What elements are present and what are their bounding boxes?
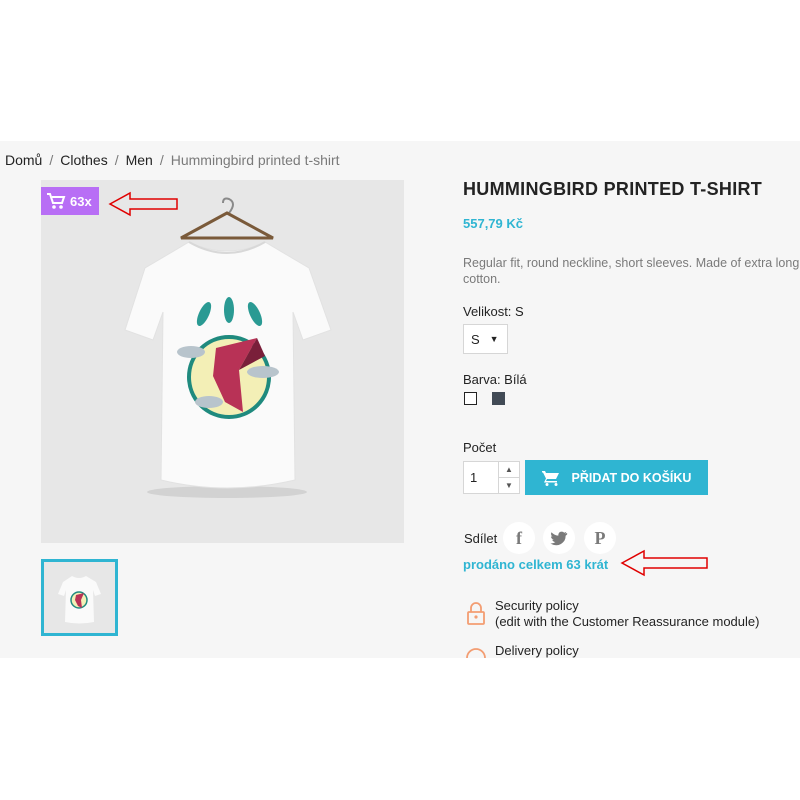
description-line: cotton. [463,272,501,286]
size-select[interactable]: S ▼ [463,324,508,354]
size-label: Velikost: S [463,304,524,319]
product-price: 557,79 Kč [463,216,523,231]
share-label: Sdílet [464,531,498,546]
cart-icon [47,193,66,209]
quantity-decrease-button[interactable]: ▼ [498,477,520,494]
sold-count-badge: 63x [41,187,99,215]
product-description: Regular fit, round neckline, short sleev… [463,255,800,287]
share-pinterest-button[interactable]: P [584,522,616,554]
chevron-down-icon: ▼ [505,481,513,490]
cart-icon [541,470,559,486]
breadcrumb-separator: / [49,152,54,168]
product-title: HUMMINGBIRD PRINTED T-SHIRT [463,179,763,199]
tshirt-image [124,197,332,498]
annotation-arrow [620,549,708,577]
reassurance-security-title: Security policy [495,598,579,613]
color-swatch-dark[interactable] [492,392,505,405]
reassurance-delivery-title: Delivery policy [495,643,579,658]
sold-count-text: 63x [70,193,92,209]
breadcrumb-current: Hummingbird printed t-shirt [170,152,340,168]
product-page: Domů / Clothes / Men / Hummingbird print… [0,141,800,658]
sold-total-text: prodáno celkem 63 krát [463,557,609,572]
tshirt-thumbnail-image [58,576,101,624]
breadcrumb-home[interactable]: Domů [5,152,42,168]
annotation-arrow [108,191,178,217]
caret-down-icon: ▼ [489,334,499,344]
share-twitter-button[interactable] [543,522,575,554]
color-swatch-white[interactable] [464,392,477,405]
twitter-icon [550,531,568,545]
facebook-icon: f [516,527,522,548]
quantity-increase-button[interactable]: ▲ [498,461,520,478]
color-label: Barva: Bílá [463,372,527,387]
share-facebook-button[interactable]: f [503,522,535,554]
breadcrumb-separator: / [114,152,119,168]
breadcrumb-clothes[interactable]: Clothes [60,152,107,168]
security-icon [467,602,485,625]
product-cover-image[interactable] [41,180,404,543]
breadcrumb-separator: / [159,152,164,168]
breadcrumb-men[interactable]: Men [126,152,153,168]
quantity-input[interactable]: 1 [463,461,498,494]
chevron-up-icon: ▲ [505,465,513,474]
reassurance-security-subtitle: (edit with the Customer Reassurance modu… [495,614,760,629]
size-selected-value: S [471,331,480,347]
quantity-label: Počet [463,440,497,455]
add-to-cart-label: PŘIDAT DO KOŠÍKU [571,470,692,485]
pinterest-icon: P [594,527,606,548]
description-line: Regular fit, round neckline, short sleev… [463,256,800,270]
product-thumbnail[interactable] [41,559,118,636]
delivery-icon [466,648,486,658]
add-to-cart-button[interactable]: PŘIDAT DO KOŠÍKU [525,460,708,495]
breadcrumb: Domů / Clothes / Men / Hummingbird print… [5,152,340,168]
